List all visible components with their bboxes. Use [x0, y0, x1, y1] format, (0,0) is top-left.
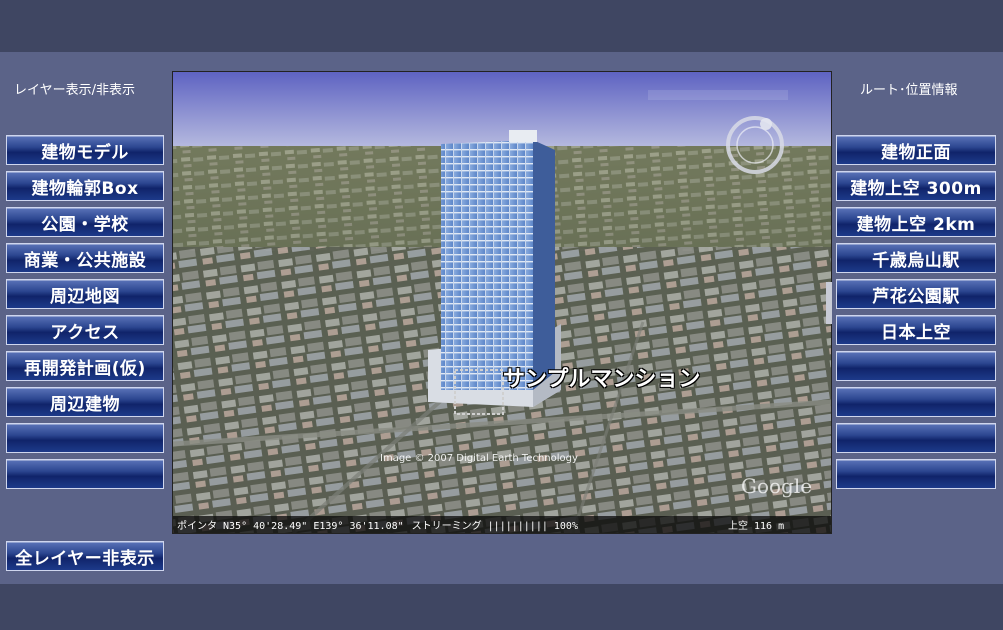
- pointer-coordinates: ポインタ N35° 40'28.49" E139° 36'11.08": [177, 521, 404, 532]
- placemark-label[interactable]: サンプルマンション: [503, 361, 700, 393]
- hide-all-layers-button[interactable]: 全レイヤー非表示: [6, 541, 164, 571]
- route-button-above-300m[interactable]: 建物上空 300m: [836, 171, 996, 201]
- map-3d-viewer[interactable]: サンプルマンション Image © 2007 Digital Earth Tec…: [172, 71, 832, 534]
- route-button-empty-4[interactable]: [836, 459, 996, 489]
- route-button-roka-koen-station[interactable]: 芦花公園駅: [836, 279, 996, 309]
- layer-button-empty-2[interactable]: [6, 459, 164, 489]
- google-logo: Google: [741, 474, 813, 498]
- layer-button-nearby-buildings[interactable]: 周辺建物: [6, 387, 164, 417]
- layer-button-building-outline-box[interactable]: 建物輪郭Box: [6, 171, 164, 201]
- status-bar: ポインタ N35° 40'28.49" E139° 36'11.08" ストリー…: [173, 516, 831, 533]
- image-credit: Image © 2007 Digital Earth Technology: [380, 453, 578, 464]
- layer-panel-title: レイヤー表示/非表示: [14, 83, 135, 98]
- layer-button-access[interactable]: アクセス: [6, 315, 164, 345]
- altitude-readout: 上空 116 m: [727, 521, 785, 532]
- route-button-empty-1[interactable]: [836, 351, 996, 381]
- layer-button-redevelopment-plan[interactable]: 再開発計画(仮): [6, 351, 164, 381]
- route-button-empty-3[interactable]: [836, 423, 996, 453]
- route-button-chitose-karasuyama-station[interactable]: 千歳烏山駅: [836, 243, 996, 273]
- route-button-empty-2[interactable]: [836, 387, 996, 417]
- layer-button-commercial-public[interactable]: 商業・公共施設: [6, 243, 164, 273]
- route-button-above-japan[interactable]: 日本上空: [836, 315, 996, 345]
- layer-button-parks-schools[interactable]: 公園・学校: [6, 207, 164, 237]
- bottom-bar: [0, 584, 1003, 630]
- route-button-above-2km[interactable]: 建物上空 2km: [836, 207, 996, 237]
- streaming-status: ストリーミング |||||||||| 100%: [411, 521, 578, 532]
- route-button-building-front[interactable]: 建物正面: [836, 135, 996, 165]
- layer-button-empty-1[interactable]: [6, 423, 164, 453]
- viewer-side-handle[interactable]: [826, 282, 832, 324]
- layer-button-building-model[interactable]: 建物モデル: [6, 135, 164, 165]
- route-panel-title: ルート･位置情報: [860, 83, 958, 98]
- top-bar: [0, 0, 1003, 52]
- layer-button-area-map[interactable]: 周辺地図: [6, 279, 164, 309]
